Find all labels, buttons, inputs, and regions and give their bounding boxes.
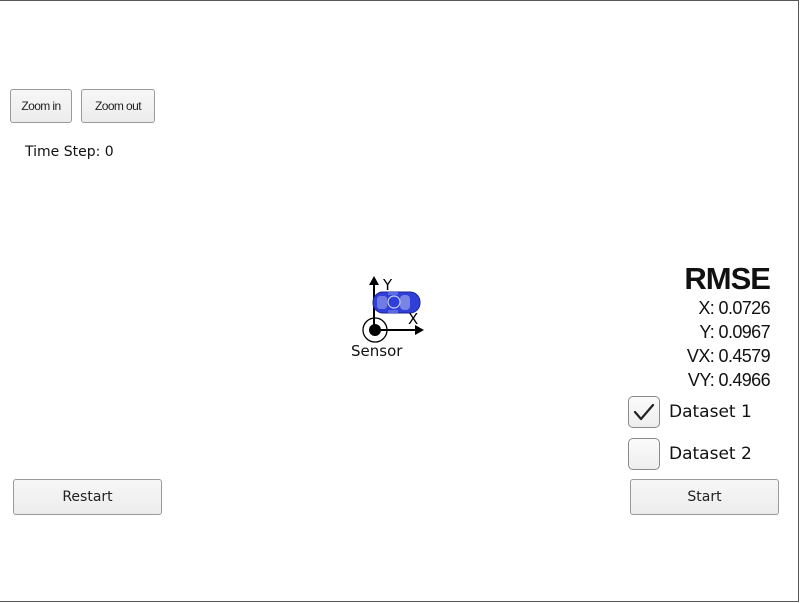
zoom-in-button[interactable]: Zoom in [10, 89, 72, 123]
time-step-label: Time Step: 0 [25, 144, 114, 160]
zoom-out-button[interactable]: Zoom out [81, 89, 155, 123]
rmse-panel: RMSE X: 0.0726 Y: 0.0967 VX: 0.4579 VY: … [684, 261, 771, 392]
start-button[interactable]: Start [630, 479, 779, 515]
rmse-vy-value: VY: 0.4966 [687, 370, 771, 390]
restart-button[interactable]: Restart [13, 479, 162, 515]
rmse-vx-value: VX: 0.4579 [686, 346, 771, 366]
sensor-label: Sensor [351, 342, 403, 360]
dataset-1-checkbox-box[interactable] [628, 396, 660, 428]
dataset-2-label: Dataset 2 [669, 444, 752, 464]
axis-y-label: Y [382, 276, 393, 294]
checkmark-icon [633, 403, 655, 421]
dataset-1-checkbox[interactable]: Dataset 1 [628, 396, 752, 428]
rmse-title: RMSE [684, 261, 771, 296]
dataset-2-checkbox-box[interactable] [628, 438, 660, 470]
rmse-y-value: Y: 0.0967 [699, 322, 770, 342]
axis-x-label: X [408, 310, 418, 328]
dataset-2-checkbox[interactable]: Dataset 2 [628, 438, 752, 470]
dataset-1-label: Dataset 1 [669, 402, 752, 422]
rmse-x-value: X: 0.0726 [698, 298, 770, 318]
